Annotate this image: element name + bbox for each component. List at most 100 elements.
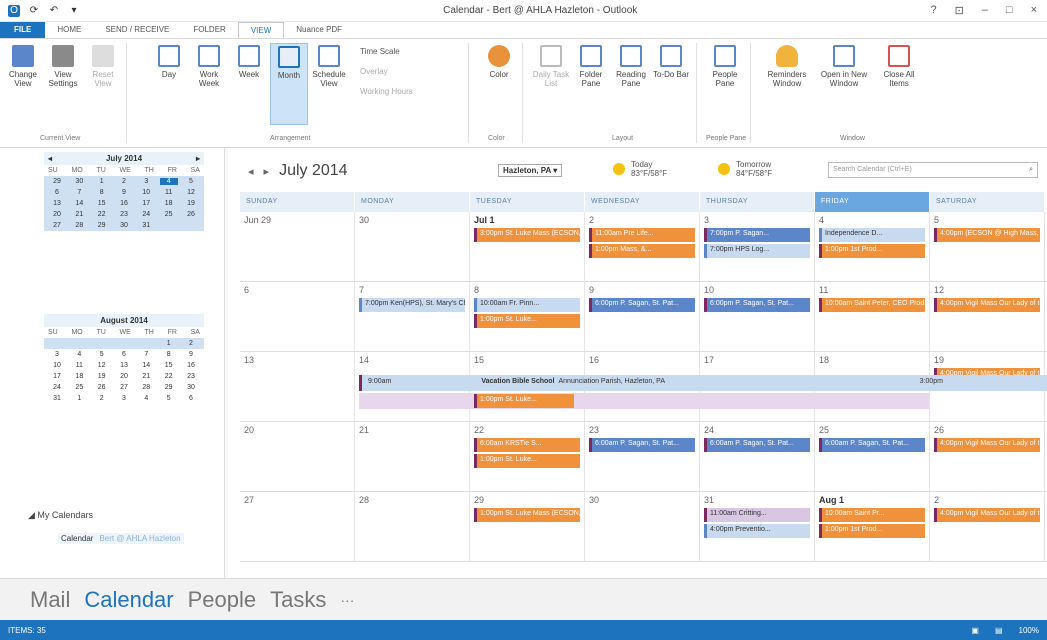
day-cell[interactable]: 30 [355, 212, 470, 281]
reading-view-icon[interactable]: ▤ [995, 626, 1003, 635]
day-cell[interactable]: 11 10:00am Saint Peter, CEO Prod... [815, 282, 930, 351]
mini-calendar-week[interactable]: 17 18 19 20 21 22 23 [44, 371, 204, 382]
calendar-event[interactable]: 1:00pm St. Luke... [474, 394, 574, 408]
day-cell[interactable]: 30 [585, 492, 700, 561]
mini-calendar-week[interactable]: 3456789 [44, 349, 204, 360]
mini-calendar-week[interactable]: 29 30 1 2 3 4 5 [44, 176, 204, 187]
calendar-event[interactable]: 4:00pm Vigil Mass Our Lady of the L... [934, 438, 1040, 452]
tab-home[interactable]: HOME [45, 22, 93, 38]
day-cell[interactable]: 24 6:00am P. Sagan, St. Pat... [700, 422, 815, 491]
tab-folder[interactable]: FOLDER [181, 22, 237, 38]
reading-pane-button[interactable]: Reading Pane [612, 43, 650, 88]
mini-calendar-week[interactable]: 12 [44, 338, 204, 349]
calendar-event[interactable]: 6:00pm P. Sagan, St. Pat... [704, 298, 810, 312]
day-cell[interactable]: 21 [355, 422, 470, 491]
calendar-event[interactable]: 6:00am P. Sagan, St. Pat... [589, 438, 695, 452]
mini-calendar-week[interactable]: 27 28 29 30 31 [44, 220, 204, 231]
next-month-icon[interactable]: ▸ [196, 154, 200, 163]
working-hours-button[interactable]: Working Hours [360, 87, 413, 96]
help-icon[interactable]: ? [930, 4, 936, 17]
calendar-event[interactable]: 7:00pm Ken(HPS), St. Mary's Churc... [359, 298, 465, 312]
my-calendars-group[interactable]: ◢ My Calendars [28, 510, 93, 521]
calendar-event[interactable]: 6:00pm P. Sagan, St. Pat... [589, 298, 695, 312]
day-cell[interactable]: Jun 29 [240, 212, 355, 281]
nav-mail[interactable]: Mail [30, 587, 70, 613]
day-cell[interactable]: 4 Independence D... 1:00pm 1st Prod... [815, 212, 930, 281]
calendar-event[interactable]: 1:00pm Mass, &... [589, 244, 695, 258]
reminders-window-button[interactable]: Reminders Window [764, 43, 810, 88]
day-cell[interactable]: 12 4:00pm Vigil Mass Our Lady of the L... [930, 282, 1045, 351]
calendar-event[interactable]: 4:00pm Preventio... [704, 524, 810, 538]
people-pane-button[interactable]: People Pane [706, 43, 744, 88]
day-view-button[interactable]: Day [150, 43, 188, 79]
day-cell[interactable]: 6 [240, 282, 355, 351]
close-all-items-button[interactable]: Close All Items [876, 43, 922, 88]
month-view-button[interactable]: Month [270, 43, 308, 125]
calendar-event[interactable]: 10:00am Fr. Pinn... [474, 298, 580, 312]
day-cell[interactable]: 2 11:00am Pre Life... 1:00pm Mass, &... [585, 212, 700, 281]
reset-view-button[interactable]: Reset View [84, 43, 122, 88]
time-scale-button[interactable]: Time Scale [360, 47, 400, 56]
day-cell[interactable]: 31 11:00am Critting... 4:00pm Preventio... [700, 492, 815, 561]
calendar-event[interactable]: 6:00am P. Sagan, St. Pat... [704, 438, 810, 452]
vacation-bible-school-event[interactable]: 9:00am Vacation Bible School Annunciation … [359, 375, 1047, 391]
open-in-new-window-button[interactable]: Open in New Window [818, 43, 870, 88]
calendar-event[interactable]: 10:00am Saint Pr... [819, 508, 925, 522]
day-cell[interactable]: 25 6:00am P. Sagan, St. Pat... [815, 422, 930, 491]
day-cell[interactable]: 9 6:00pm P. Sagan, St. Pat... [585, 282, 700, 351]
search-calendar-input[interactable]: Search Calendar (Ctrl+E) ⌕ [828, 162, 1038, 178]
view-settings-button[interactable]: View Settings [44, 43, 82, 88]
calendar-event[interactable]: 4:00pm Vigil Mass Our Lady of the L... [934, 508, 1040, 522]
day-cell[interactable]: 3 7:00pm P. Sagan... 7:00pm HPS Log... [700, 212, 815, 281]
send-receive-icon[interactable]: ⟳ [28, 5, 40, 17]
tab-view[interactable]: VIEW [237, 22, 285, 38]
mini-calendar-week[interactable]: 20 21 22 23 24 25 26 [44, 209, 204, 220]
mini-calendar-week[interactable]: 31 1 2 3 4 5 6 [44, 393, 204, 404]
minimize-icon[interactable]: – [982, 4, 988, 17]
calendar-event[interactable]: 1:00pm St. Luke... [474, 314, 580, 328]
overlay-button[interactable]: Overlay [360, 67, 388, 76]
tab-send-receive[interactable]: SEND / RECEIVE [93, 22, 181, 38]
day-cell[interactable]: 7 7:00pm Ken(HPS), St. Mary's Churc... [355, 282, 470, 351]
nav-more-icon[interactable]: ··· [340, 592, 354, 608]
calendar-event[interactable]: 1:00pm 1st Prod... [819, 244, 925, 258]
calendar-event[interactable]: 6:00am P. Sagan, St. Pat... [819, 438, 925, 452]
day-cell[interactable]: Aug 1 10:00am Saint Pr... 1:00pm 1st Prod.… [815, 492, 930, 561]
location-dropdown[interactable]: Hazleton, PA ▾ [498, 164, 563, 177]
folder-pane-button[interactable]: Folder Pane [572, 43, 610, 88]
day-cell[interactable]: 29 1:00pm St. Luke Mass (ECSON, M... [470, 492, 585, 561]
calendar-event[interactable]: 7:00pm P. Sagan... [704, 228, 810, 242]
mini-calendar-week[interactable]: 6 7 8 9 10 11 12 [44, 187, 204, 198]
calendar-event[interactable]: 3:00pm St. Luke Mass (ECSON, M... [474, 228, 580, 242]
day-cell[interactable]: Jul 1 3:00pm St. Luke Mass (ECSON, M... [470, 212, 585, 281]
calendar-event[interactable]: 11:00am Pre Life... [589, 228, 695, 242]
todo-bar-button[interactable]: To-Do Bar [652, 43, 690, 79]
prev-period-icon[interactable]: ◂ [248, 166, 254, 178]
day-cell[interactable]: 23 6:00am P. Sagan, St. Pat... [585, 422, 700, 491]
color-button[interactable]: Color [480, 43, 518, 79]
calendar-event[interactable]: 10:00am Saint Peter, CEO Prod... [819, 298, 925, 312]
nav-tasks[interactable]: Tasks [270, 587, 326, 613]
calendar-event[interactable]: 1:00pm 1st Prod... [819, 524, 925, 538]
calendar-event[interactable]: 11:00am Critting... [704, 508, 810, 522]
ribbon-display-options-icon[interactable]: ⊡ [955, 4, 964, 17]
day-cell[interactable]: 13 [240, 352, 355, 421]
calendar-event[interactable]: 6:00am KRSTie S... [474, 438, 580, 452]
calendar-event[interactable]: 1:00pm St. Luke... [474, 454, 580, 468]
day-cell[interactable]: 20 [240, 422, 355, 491]
next-period-icon[interactable]: ▸ [264, 166, 270, 178]
normal-view-icon[interactable]: ▣ [971, 626, 979, 635]
day-cell[interactable]: 26 4:00pm Vigil Mass Our Lady of the L... [930, 422, 1045, 491]
close-icon[interactable]: × [1031, 4, 1037, 17]
day-cell[interactable]: 22 6:00am KRSTie S... 1:00pm St. Luke... [470, 422, 585, 491]
calendar-list-item[interactable]: Calendar Bert @ AHLA Hazleton [58, 533, 184, 544]
mini-calendar-week[interactable]: 13 14 15 16 17 18 19 [44, 198, 204, 209]
nav-calendar[interactable]: Calendar [84, 587, 173, 613]
calendar-event[interactable]: 4:00pm (ECSON @ High Mass, Our L... [934, 228, 1040, 242]
calendar-event[interactable]: 4:00pm Vigil Mass Our Lady of the L... [934, 298, 1040, 312]
maximize-icon[interactable]: □ [1006, 4, 1013, 17]
day-cell[interactable]: 10 6:00pm P. Sagan, St. Pat... [700, 282, 815, 351]
day-cell[interactable]: 28 [355, 492, 470, 561]
customize-qat-icon[interactable]: ▾ [68, 5, 80, 17]
schedule-view-button[interactable]: Schedule View [310, 43, 348, 88]
